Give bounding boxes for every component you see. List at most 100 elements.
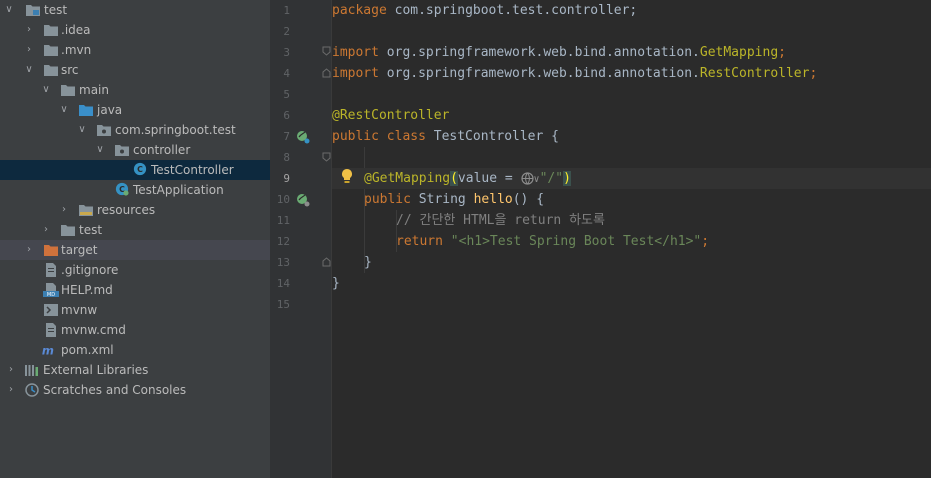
fold-end-icon[interactable] — [322, 68, 331, 78]
chevron-right-icon[interactable]: › — [23, 40, 35, 60]
tree-item-src[interactable]: ∨ src — [0, 60, 270, 80]
tree-item-testcontroller[interactable]: C TestController — [0, 160, 270, 180]
annotation-param: value = — [457, 171, 521, 186]
resources-folder-icon — [79, 205, 93, 216]
chevron-right-icon[interactable]: › — [58, 200, 70, 220]
tree-item-label: src — [61, 63, 79, 77]
line-number: 2 — [283, 25, 290, 38]
tree-item-label: .idea — [61, 23, 91, 37]
tree-item-package-com-springboot-test[interactable]: ∨ com.springboot.test — [0, 120, 270, 140]
chevron-right-icon[interactable]: › — [23, 240, 35, 260]
package-icon — [115, 145, 129, 156]
tree-item-label: TestApplication — [133, 183, 224, 197]
chevron-right-icon[interactable]: › — [5, 380, 17, 400]
globe-icon[interactable] — [520, 172, 534, 185]
folder-icon — [44, 65, 58, 76]
tree-item-scratches-and-consoles[interactable]: › Scratches and Consoles — [0, 380, 270, 400]
fold-end-icon[interactable] — [322, 257, 331, 267]
tree-item-help-md[interactable]: MD HELP.md — [0, 280, 270, 300]
code-line-11[interactable]: // 간단한 HTML을 return 하도록 — [332, 210, 931, 231]
line-number: 7 — [283, 130, 290, 143]
tree-item-java[interactable]: ∨ java — [0, 100, 270, 120]
ide-window: ∨ test › .idea › .mvn ∨ src ∨ main ∨ jav… — [0, 0, 931, 478]
code-line-14[interactable]: } — [332, 273, 931, 294]
tree-item-idea[interactable]: › .idea — [0, 20, 270, 40]
line-number: 12 — [276, 235, 290, 248]
class-icon: C — [133, 162, 147, 176]
tree-item-external-libraries[interactable]: › External Libraries — [0, 360, 270, 380]
package-name: com.springboot.test.controller; — [386, 3, 638, 18]
line-number: 8 — [283, 151, 290, 164]
keyword: return — [396, 234, 443, 249]
tree-item-resources[interactable]: › resources — [0, 200, 270, 220]
fold-toggle-icon[interactable] — [322, 46, 331, 56]
tree-item-mvnw-cmd[interactable]: mvnw.cmd — [0, 320, 270, 340]
package-icon — [97, 125, 111, 136]
keyword: package — [332, 3, 387, 18]
tree-item-package-controller[interactable]: ∨ controller — [0, 140, 270, 160]
tree-item-test-folder[interactable]: › test — [0, 220, 270, 240]
lightbulb-icon[interactable] — [340, 168, 354, 184]
markdown-file-icon: MD — [43, 283, 59, 297]
return-type: String — [410, 192, 474, 207]
chevron-down-icon[interactable]: ∨ — [23, 60, 35, 80]
chevron-right-icon[interactable]: › — [5, 360, 17, 380]
tree-item-test-module[interactable]: ∨ test — [0, 0, 270, 20]
keyword: import — [332, 45, 379, 60]
import-class: GetMapping — [699, 45, 779, 60]
import-class: RestController — [699, 66, 810, 81]
code-line-10[interactable]: public String hello() { — [332, 189, 931, 210]
text-file-icon — [46, 323, 56, 337]
semicolon: ; — [809, 66, 818, 81]
chevron-right-icon[interactable]: › — [40, 220, 52, 240]
tree-item-main[interactable]: ∨ main — [0, 80, 270, 100]
import-path: org.springframework.web.bind.annotation. — [378, 66, 700, 81]
tree-item-label: target — [61, 243, 98, 257]
class-declaration: TestController { — [425, 129, 559, 144]
code-line-12[interactable]: return "<h1>Test Spring Boot Test</h1>"; — [332, 231, 931, 252]
method-name: hello — [473, 192, 513, 207]
closing-brace: } — [364, 255, 372, 270]
code-line-4[interactable]: import org.springframework.web.bind.anno… — [332, 63, 931, 84]
tree-item-pom-xml[interactable]: m pom.xml — [0, 340, 270, 360]
request-mapping-icon[interactable] — [296, 193, 310, 207]
code-line-7[interactable]: public class TestController { — [332, 126, 931, 147]
chevron-down-icon[interactable]: ∨ — [3, 0, 15, 20]
code-line-13[interactable]: } — [332, 252, 931, 273]
folder-icon — [44, 25, 58, 36]
chevron-down-icon[interactable]: ∨ — [58, 100, 70, 120]
chevron-right-icon[interactable]: › — [23, 20, 35, 40]
fold-toggle-icon[interactable] — [322, 152, 331, 162]
spring-bean-icon[interactable] — [296, 130, 310, 144]
code-line-1[interactable]: package com.springboot.test.controller; — [332, 0, 931, 21]
chevron-down-icon[interactable]: ∨ — [40, 80, 52, 100]
line-number: 6 — [283, 109, 290, 122]
tree-item-label: TestController — [151, 163, 234, 177]
folder-icon — [61, 85, 75, 96]
tree-item-gitignore[interactable]: .gitignore — [0, 260, 270, 280]
editor-gutter[interactable]: 1 2 3 4 5 6 7 8 9 10 11 12 13 14 15 — [270, 0, 331, 478]
svg-text:m: m — [42, 343, 54, 357]
line-number: 3 — [283, 46, 290, 59]
line-comment: // 간단한 HTML을 return 하도록 — [396, 213, 605, 228]
tree-item-mvn[interactable]: › .mvn — [0, 40, 270, 60]
line-number: 10 — [276, 193, 290, 206]
tree-item-target[interactable]: › target — [0, 240, 270, 260]
code-line-9-current[interactable]: @GetMapping(value = ∨"/") — [332, 168, 931, 189]
libraries-icon — [25, 365, 38, 376]
excluded-folder-icon — [44, 245, 58, 256]
code-line-6[interactable]: @RestController — [332, 105, 931, 126]
chevron-down-icon[interactable]: ∨ — [94, 140, 106, 160]
folder-icon — [61, 225, 75, 236]
scratches-icon — [25, 383, 39, 397]
tree-item-testapplication[interactable]: C TestApplication — [0, 180, 270, 200]
tree-item-label: resources — [97, 203, 156, 217]
tree-item-label: com.springboot.test — [115, 123, 236, 137]
code-line-3[interactable]: import org.springframework.web.bind.anno… — [332, 42, 931, 63]
tree-item-label: test — [44, 3, 68, 17]
spring-boot-class-icon: C — [115, 182, 129, 196]
chevron-down-icon[interactable]: ∨ — [76, 120, 88, 140]
annotation: @GetMapping — [364, 171, 451, 186]
tree-item-mvnw[interactable]: mvnw — [0, 300, 270, 320]
code-editor[interactable]: package com.springboot.test.controller; … — [332, 0, 931, 478]
